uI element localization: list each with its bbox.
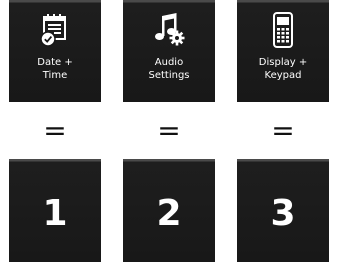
tile-label: Display + Keypad [258, 57, 308, 81]
key-digit: 1 [42, 193, 68, 234]
key-digit: 2 [156, 193, 182, 234]
menu-tile-audio-settings[interactable]: Audio Settings [123, 0, 215, 102]
key-1-button[interactable]: 1 [9, 159, 101, 262]
phone-keypad-icon [237, 10, 329, 50]
calendar-clock-icon [9, 10, 101, 50]
key-3-button[interactable]: 3 [237, 159, 329, 262]
equals-sign: = [43, 114, 67, 147]
equals-sign: = [271, 114, 295, 147]
key-2-button[interactable]: 2 [123, 159, 215, 262]
menu-tile-display-keypad[interactable]: Display + Keypad [237, 0, 329, 102]
tile-label: Audio Settings [148, 57, 190, 81]
key-digit: 3 [270, 193, 296, 234]
menu-tile-date-time[interactable]: Date + Time [9, 0, 101, 102]
tile-label: Date + Time [37, 57, 73, 81]
equals-sign: = [157, 114, 181, 147]
music-gear-icon [123, 10, 215, 50]
